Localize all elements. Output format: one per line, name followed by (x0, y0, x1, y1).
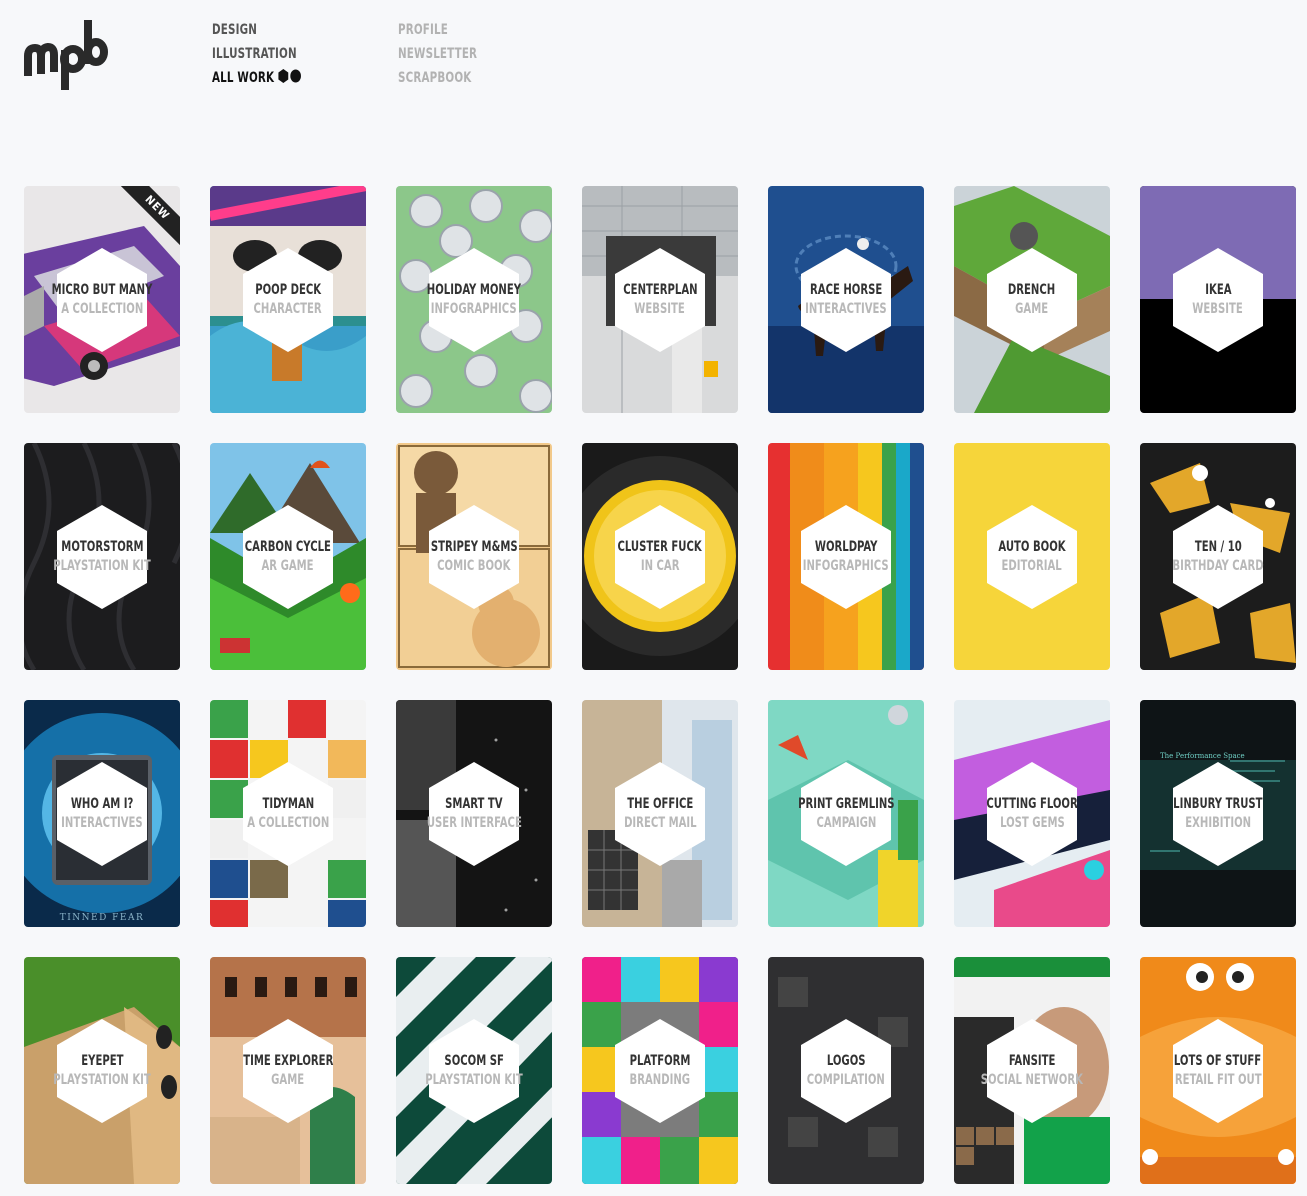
hexagon-label-icon (801, 505, 891, 609)
hexagon-label-icon (615, 762, 705, 866)
project-tile[interactable]: POOP DECK CHARACTER (210, 186, 366, 413)
project-tile[interactable]: CENTERPLAN WEBSITE (582, 186, 738, 413)
hexagon-label-icon (1173, 505, 1263, 609)
project-tile[interactable]: CARBON CYCLE AR GAME (210, 443, 366, 670)
nav-design[interactable]: DESIGN (212, 20, 302, 44)
project-tile[interactable]: CUTTING FLOOR LOST GEMS (954, 700, 1110, 927)
project-tile[interactable]: TEN / 10 BIRTHDAY CARD (1140, 443, 1296, 670)
project-tile[interactable]: SOCOM SF PLAYSTATION KIT (396, 957, 552, 1184)
nav-profile[interactable]: PROFILE (398, 20, 477, 44)
project-tile[interactable]: HOLIDAY MONEY INFOGRAPHICS (396, 186, 552, 413)
nav-illustration[interactable]: ILLUSTRATION (212, 44, 302, 68)
project-tile[interactable]: IKEA WEBSITE (1140, 186, 1296, 413)
hexagon-label-icon (1173, 762, 1263, 866)
hexagon-label-icon (615, 1019, 705, 1123)
project-tile[interactable]: WORLDPAY INFOGRAPHICS (768, 443, 924, 670)
project-tile[interactable]: PLATFORM BRANDING (582, 957, 738, 1184)
hexagon-label-icon (243, 762, 333, 866)
project-tile[interactable]: THE OFFICE DIRECT MAIL (582, 700, 738, 927)
project-tile[interactable]: STRIPEY M&MS COMIC BOOK (396, 443, 552, 670)
primary-nav: DESIGN ILLUSTRATION ALL WORK (212, 20, 322, 92)
hexagon-label-icon (243, 1019, 333, 1123)
project-tile[interactable]: MOTORSTORM PLAYSTATION KIT (24, 443, 180, 670)
hexagon-label-icon (1173, 1019, 1263, 1123)
hexagon-label-icon (801, 762, 891, 866)
secondary-nav: PROFILE NEWSLETTER SCRAPBOOK (398, 20, 495, 92)
project-tile[interactable]: TINNED FEAR WHO AM I? INTERACTIVES (24, 700, 180, 927)
hexagon-label-icon (429, 505, 519, 609)
hexagon-label-icon (429, 1019, 519, 1123)
project-tile[interactable]: The Performance Space LINBURY TRUST EXHIBI… (1140, 700, 1296, 927)
project-tile[interactable]: EYEPET PLAYSTATION KIT (24, 957, 180, 1184)
nav-all-work[interactable]: ALL WORK (212, 68, 302, 92)
project-tile[interactable]: TIDYMAN A COLLECTION (210, 700, 366, 927)
hexagon-label-icon (57, 248, 147, 352)
hexagon-label-icon (429, 762, 519, 866)
nav-all-work-label: ALL WORK (212, 70, 275, 86)
hexagon-label-icon (243, 505, 333, 609)
nav-scrapbook[interactable]: SCRAPBOOK (398, 68, 477, 92)
active-dots-icon (278, 69, 301, 83)
portfolio-grid: NEW MICRO BUT MANY A COLLECTION POOP DECK C… (24, 186, 1307, 1196)
project-tile[interactable]: TIME EXPLORER GAME (210, 957, 366, 1184)
project-tile[interactable]: FANSITE SOCIAL NETWORK (954, 957, 1110, 1184)
hexagon-label-icon (615, 248, 705, 352)
hexagon-label-icon (987, 1019, 1077, 1123)
project-tile[interactable]: LOTS OF STUFF RETAIL FIT OUT (1140, 957, 1296, 1184)
hexagon-label-icon (243, 248, 333, 352)
hexagon-label-icon (1173, 248, 1263, 352)
tile-caption: TINNED FEAR (59, 913, 145, 923)
hexagon-label-icon (987, 248, 1077, 352)
project-tile[interactable]: RACE HORSE INTERACTIVES (768, 186, 924, 413)
hexagon-label-icon (801, 248, 891, 352)
project-tile[interactable]: CLUSTER FUCK IN CAR (582, 443, 738, 670)
project-tile[interactable]: DRENCH GAME (954, 186, 1110, 413)
project-tile[interactable]: PRINT GREMLINS CAMPAIGN (768, 700, 924, 927)
project-tile[interactable]: NEW MICRO BUT MANY A COLLECTION (24, 186, 180, 413)
project-tile[interactable]: LOGOS COMPILATION (768, 957, 924, 1184)
hexagon-label-icon (57, 1019, 147, 1123)
mpb-logo[interactable] (22, 14, 112, 96)
hexagon-label-icon (987, 505, 1077, 609)
project-tile[interactable]: AUTO BOOK EDITORIAL (954, 443, 1110, 670)
nav-newsletter[interactable]: NEWSLETTER (398, 44, 477, 68)
svg-text:The Performance Space: The Performance Space (1160, 752, 1245, 760)
hexagon-label-icon (615, 505, 705, 609)
hexagon-label-icon (57, 505, 147, 609)
hexagon-label-icon (429, 248, 519, 352)
hexagon-label-icon (987, 762, 1077, 866)
hexagon-label-icon (801, 1019, 891, 1123)
hexagon-label-icon (57, 762, 147, 866)
project-tile[interactable]: SMART TV USER INTERFACE (396, 700, 552, 927)
